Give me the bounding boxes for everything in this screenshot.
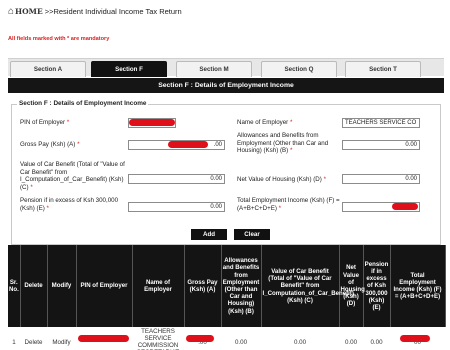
pension-label: Pension if in excess of Ksh 300,000 (Ksh…	[20, 197, 119, 212]
col-gross-pay: Gross Pay (Ksh) (A)	[184, 245, 222, 327]
cell-car: 0.00	[293, 338, 307, 346]
col-total: Total Employment Income (Ksh) (F) = (A+B…	[390, 245, 446, 327]
col-pin: PIN of Employer	[76, 245, 133, 327]
col-housing: Net Value of Housing (Ksh) (D)	[339, 245, 365, 327]
tab-section-f[interactable]: Section F	[91, 61, 167, 77]
delete-link[interactable]: Delete	[20, 327, 47, 350]
section-tabs: Section A Section F Section M Section Q …	[8, 58, 444, 77]
col-delete: Delete	[20, 245, 48, 327]
cell-name: TEACHERS SERVICE COMMISSION SECRETARIAT	[137, 328, 179, 350]
allowances-label: Allowances and Benefits from Employment …	[237, 132, 329, 154]
pin-employer-label: PIN of Employer *	[20, 119, 70, 126]
car-benefit-input[interactable]: 0.00	[128, 174, 225, 184]
employment-income-form: Section F : Details of Employment Income…	[11, 100, 441, 245]
home-link[interactable]: ⌂ HOME	[8, 6, 43, 17]
tab-section-q[interactable]: Section Q	[261, 61, 337, 77]
name-employer-input[interactable]: TEACHERS SERVICE CO	[342, 118, 420, 128]
clear-button[interactable]: Clear	[234, 229, 270, 240]
col-sr-no: Sr. No.	[8, 245, 21, 327]
car-benefit-label: Value of Car Benefit (Total of "Value of…	[20, 161, 125, 191]
col-name: Name of Employer	[132, 245, 185, 327]
add-button[interactable]: Add	[191, 229, 227, 240]
cell-pin	[76, 327, 132, 350]
housing-input[interactable]: 0.00	[342, 174, 420, 184]
modify-link[interactable]: Modify	[47, 327, 76, 350]
cell-housing: 0.00	[344, 338, 358, 346]
total-label: Total Employment Income (Ksh) (F) = (A+B…	[237, 197, 340, 212]
redaction-mark	[392, 203, 418, 210]
housing-label: Net Value of Housing (Ksh) (D) *	[237, 176, 326, 183]
redaction-mark	[168, 141, 208, 148]
redaction-mark	[400, 335, 430, 342]
redaction-mark	[186, 335, 214, 342]
redaction-mark	[129, 119, 175, 126]
col-modify: Modify	[47, 245, 77, 327]
cell-pension: 0.00	[370, 338, 383, 346]
cell-total: 00	[390, 327, 445, 350]
breadcrumb-trail: >>Resident Individual Income Tax Return	[44, 7, 182, 16]
form-legend: Section F : Details of Employment Income	[17, 100, 149, 107]
cell-allowances: 0.00	[234, 338, 248, 346]
section-header: Section F : Details of Employment Income	[8, 78, 444, 93]
cell-gross: .00	[184, 327, 221, 350]
gross-pay-label: Gross Pay (Ksh) (A) *	[20, 141, 80, 148]
table-row: 1 Delete Modify TEACHERS SERVICE COMMISS…	[8, 327, 445, 350]
tab-section-m[interactable]: Section M	[176, 61, 252, 77]
tab-section-a[interactable]: Section A	[10, 61, 86, 77]
allowances-input[interactable]: 0.00	[342, 140, 420, 150]
pension-input[interactable]: 0.00	[128, 202, 225, 212]
employment-income-table: Sr. No. Delete Modify PIN of Employer Na…	[8, 245, 446, 350]
breadcrumb: ⌂ HOME >>Resident Individual Income Tax …	[8, 6, 182, 17]
cell-sr: 1	[12, 338, 16, 346]
col-allowances: Allowances and Benefits from Employment …	[221, 245, 262, 327]
tab-section-t[interactable]: Section T	[345, 61, 421, 77]
home-icon: ⌂	[8, 6, 15, 17]
mandatory-note: All fields marked with * are mandatory	[8, 36, 110, 42]
name-employer-label: Name of Employer *	[237, 119, 293, 126]
redaction-mark	[78, 335, 129, 342]
table-header-row: Sr. No. Delete Modify PIN of Employer Na…	[8, 245, 446, 327]
col-pension: Pension if in excess of Ksh 300,000 (Ksh…	[363, 245, 391, 327]
col-car-benefit: Value of Car Benefit (Total of "Value of…	[261, 245, 354, 327]
